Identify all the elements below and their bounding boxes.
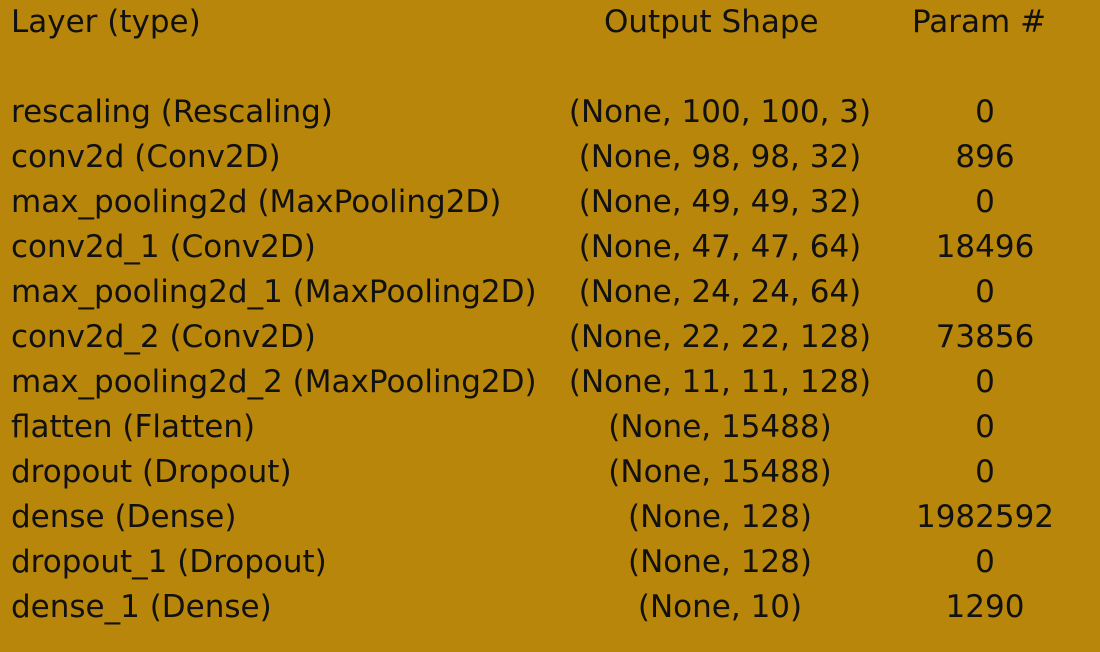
output-shape: (None, 22, 22, 128) [568, 319, 872, 355]
layer-name: dropout_1 (Dropout) [11, 544, 327, 580]
table-row: conv2d_1 (Conv2D) (None, 47, 47, 64) 184… [0, 225, 1100, 270]
param-count: 0 [975, 454, 995, 490]
param-count: 896 [955, 139, 1015, 175]
param-count: 0 [975, 409, 995, 445]
param-count: 1290 [945, 589, 1025, 625]
layer-name: conv2d (Conv2D) [11, 139, 281, 175]
table-row: conv2d_2 (Conv2D) (None, 22, 22, 128) 73… [0, 315, 1100, 360]
layer-name: max_pooling2d (MaxPooling2D) [11, 184, 502, 220]
param-count: 18496 [935, 229, 1035, 265]
output-shape: (None, 128) [628, 544, 812, 580]
layer-name: dense_1 (Dense) [11, 589, 272, 625]
output-shape: (None, 98, 98, 32) [578, 139, 862, 175]
layer-name: conv2d_2 (Conv2D) [11, 319, 316, 355]
output-shape: (None, 24, 24, 64) [578, 274, 862, 310]
model-summary-table: Layer (type) Output Shape Param # rescal… [0, 0, 1100, 652]
output-shape: (None, 11, 11, 128) [568, 364, 872, 400]
table-row: rescaling (Rescaling) (None, 100, 100, 3… [0, 90, 1100, 135]
table-row: flatten (Flatten) (None, 15488) 0 [0, 405, 1100, 450]
layer-name: conv2d_1 (Conv2D) [11, 229, 316, 265]
output-shape: (None, 128) [628, 499, 812, 535]
param-count: 1982592 [915, 499, 1055, 535]
layer-name: max_pooling2d_1 (MaxPooling2D) [11, 274, 537, 310]
layer-name: rescaling (Rescaling) [11, 94, 333, 130]
output-shape: (None, 49, 49, 32) [578, 184, 862, 220]
output-shape: (None, 15488) [608, 409, 832, 445]
param-count: 0 [975, 184, 995, 220]
layer-name: dense (Dense) [11, 499, 237, 535]
output-shape: (None, 15488) [608, 454, 832, 490]
table-row: conv2d (Conv2D) (None, 98, 98, 32) 896 [0, 135, 1100, 180]
param-count: 0 [975, 274, 995, 310]
layer-name: max_pooling2d_2 (MaxPooling2D) [11, 364, 537, 400]
table-row: dense_1 (Dense) (None, 10) 1290 [0, 585, 1100, 630]
table-row: max_pooling2d (MaxPooling2D) (None, 49, … [0, 180, 1100, 225]
param-count: 73856 [935, 319, 1035, 355]
table-row: dense (Dense) (None, 128) 1982592 [0, 495, 1100, 540]
param-count: 0 [975, 94, 995, 130]
output-shape: (None, 100, 100, 3) [568, 94, 872, 130]
table-header: Layer (type) Output Shape Param # [0, 0, 1100, 45]
output-shape: (None, 10) [637, 589, 803, 625]
table-row: max_pooling2d_2 (MaxPooling2D) (None, 11… [0, 360, 1100, 405]
param-count: 0 [975, 364, 995, 400]
layer-name: flatten (Flatten) [11, 409, 256, 445]
header-output-shape: Output Shape [604, 4, 819, 40]
table-row: max_pooling2d_1 (MaxPooling2D) (None, 24… [0, 270, 1100, 315]
table-row: dropout (Dropout) (None, 15488) 0 [0, 450, 1100, 495]
output-shape: (None, 47, 47, 64) [578, 229, 862, 265]
table-row: dropout_1 (Dropout) (None, 128) 0 [0, 540, 1100, 585]
header-layer-type: Layer (type) [11, 4, 201, 40]
layer-name: dropout (Dropout) [11, 454, 292, 490]
param-count: 0 [975, 544, 995, 580]
header-param-count: Param # [912, 4, 1047, 40]
